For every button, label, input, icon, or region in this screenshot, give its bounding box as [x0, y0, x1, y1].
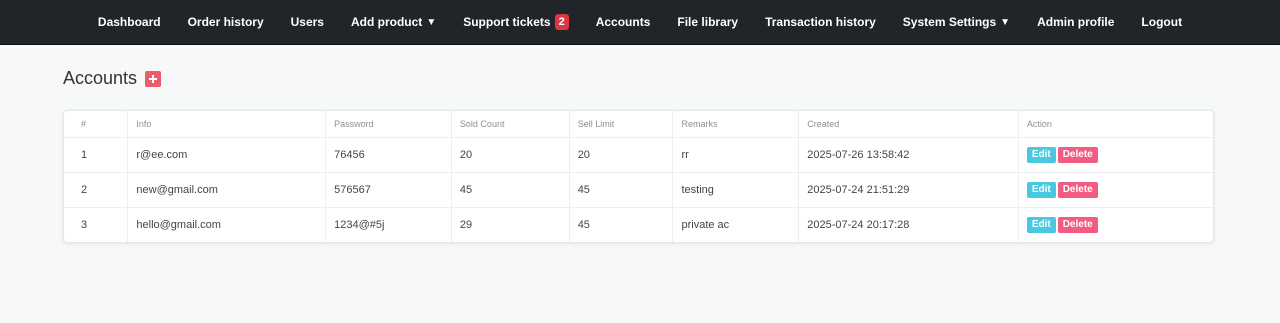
nav-order-history[interactable]: Order history	[188, 15, 264, 29]
column-header: Action	[1018, 111, 1213, 138]
cell-created: 2025-07-24 21:51:29	[798, 172, 1019, 208]
nav-users[interactable]: Users	[291, 15, 324, 29]
support-tickets-badge: 2	[554, 14, 569, 30]
nav-support-tickets[interactable]: Support tickets 2	[463, 14, 569, 30]
caret-down-icon: ▼	[1000, 16, 1011, 28]
delete-button[interactable]: Delete	[1057, 146, 1098, 163]
cell-created: 2025-07-26 13:58:42	[798, 137, 1019, 173]
nav-admin-profile-label: Admin profile	[1037, 15, 1115, 29]
edit-button[interactable]: Edit	[1026, 146, 1056, 163]
delete-button[interactable]: Delete	[1057, 181, 1098, 198]
accounts-table: # Info Password Sold Count Sell Limit Remarks…	[64, 111, 1213, 242]
nav-file-library-label: File library	[677, 15, 739, 29]
cell-action: Edit Delete	[1018, 207, 1213, 242]
nav-transaction-history[interactable]: Transaction history	[765, 15, 876, 29]
nav-order-history-label: Order history	[187, 15, 264, 29]
row-number: 3	[64, 207, 129, 242]
edit-button[interactable]: Edit	[1026, 216, 1056, 233]
nav-system-settings[interactable]: System Settings ▼	[903, 15, 1010, 29]
column-header: Created	[798, 111, 1019, 138]
nav-accounts-label: Accounts	[595, 15, 651, 29]
cell-sold-count: 29	[451, 207, 570, 242]
cell-sold-count: 45	[451, 172, 570, 208]
cell-password: 76456	[325, 137, 452, 173]
nav-file-library[interactable]: File library	[677, 15, 738, 29]
caret-down-icon: ▼	[426, 16, 437, 28]
nav-support-tickets-label: Support tickets	[463, 15, 551, 29]
edit-button[interactable]: Edit	[1026, 181, 1056, 198]
delete-button[interactable]: Delete	[1057, 216, 1098, 233]
cell-remarks: rr	[672, 137, 800, 173]
cell-action: Edit Delete	[1018, 137, 1213, 173]
nav-admin-profile[interactable]: Admin profile	[1037, 15, 1114, 29]
nav-add-product[interactable]: Add product ▼	[351, 15, 436, 29]
cell-sell-limit: 45	[569, 207, 674, 242]
row-number: 1	[64, 137, 129, 173]
top-navbar: Dashboard Order history Users Add product ▼ S…	[0, 0, 1280, 45]
add-account-button[interactable]	[145, 70, 162, 87]
cell-remarks: testing	[672, 172, 800, 208]
cell-password: 576567	[325, 172, 452, 208]
column-header: Password	[325, 111, 452, 138]
column-header: Info	[127, 111, 327, 138]
accounts-card: # Info Password Sold Count Sell Limit Remarks…	[63, 110, 1214, 243]
nav-add-product-label: Add product	[350, 15, 423, 29]
column-header: Sold Count	[451, 111, 570, 138]
cell-info: new@gmail.com	[127, 172, 327, 208]
cell-sold-count: 20	[451, 137, 570, 173]
nav-system-settings-label: System Settings	[902, 15, 997, 29]
table-row: 3 hello@gmail.com 1234@#5j 29 45 private ac 20…	[64, 207, 1213, 242]
nav-logout[interactable]: Logout	[1141, 15, 1182, 29]
cell-sell-limit: 20	[569, 137, 674, 173]
cell-remarks: private ac	[672, 207, 800, 242]
cell-created: 2025-07-24 20:17:28	[798, 207, 1019, 242]
cell-sell-limit: 45	[569, 172, 674, 208]
nav-users-label: Users	[290, 15, 324, 29]
nav-dashboard[interactable]: Dashboard	[98, 15, 161, 29]
nav-dashboard-label: Dashboard	[97, 15, 161, 29]
nav-transaction-history-label: Transaction history	[765, 15, 876, 29]
row-number: 2	[64, 172, 129, 208]
table-row: 2 new@gmail.com 576567 45 45 testing 2025-07-2…	[64, 172, 1213, 208]
nav-logout-label: Logout	[1141, 15, 1183, 29]
table-row: 1 r@ee.com 76456 20 20 rr 2025-07-26 13:58:42 E…	[64, 137, 1213, 173]
nav-accounts[interactable]: Accounts	[596, 15, 651, 29]
column-header: #	[64, 111, 129, 138]
column-header: Sell Limit	[569, 111, 674, 138]
cell-info: r@ee.com	[127, 137, 327, 173]
page-title: Accounts	[63, 68, 138, 88]
table-header-row: # Info Password Sold Count Sell Limit Remarks…	[64, 111, 1213, 138]
cell-password: 1234@#5j	[325, 207, 452, 242]
page-header: Accounts	[63, 68, 162, 89]
cell-info: hello@gmail.com	[127, 207, 327, 242]
column-header: Remarks	[672, 111, 800, 138]
cell-action: Edit Delete	[1018, 172, 1213, 208]
